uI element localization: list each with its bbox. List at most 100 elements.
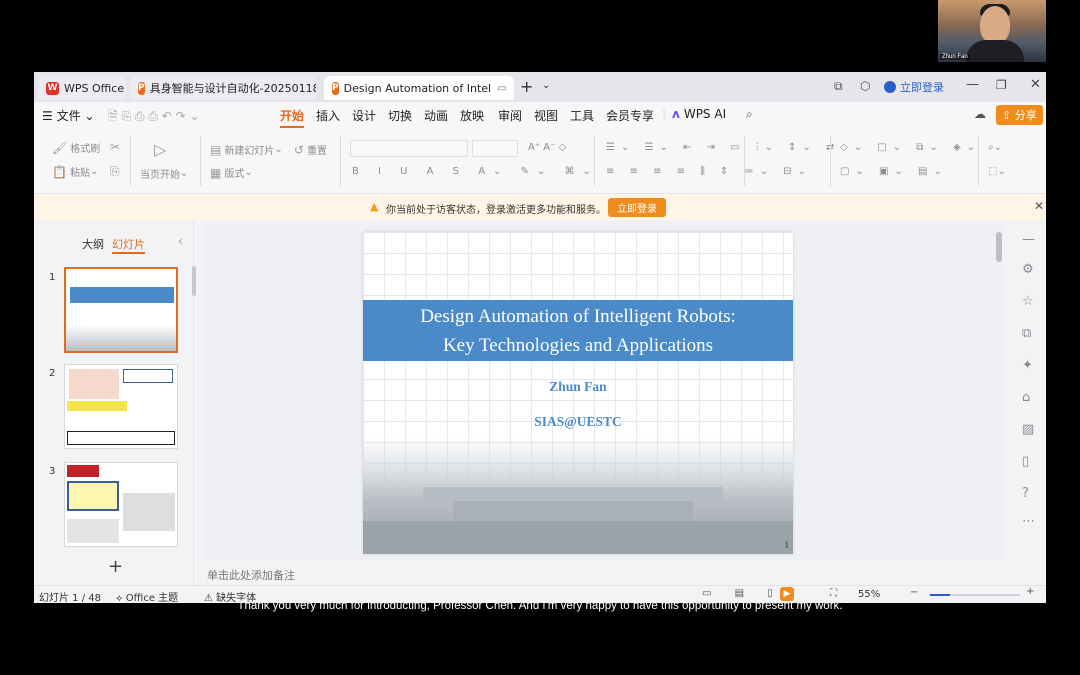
new-tab-icon[interactable]: + — [520, 77, 533, 96]
comment-icon[interactable]: ⧉ — [1022, 326, 1031, 341]
login-button[interactable]: 立即登录 — [884, 79, 944, 95]
scroll-thumb[interactable] — [996, 232, 1002, 262]
paste-button[interactable]: 📋 粘贴 ⌄ — [52, 164, 98, 180]
thumb-logo — [67, 465, 99, 477]
screen: Zhun Fan W WPS Office P 具身智能与设计自动化-20250… — [0, 0, 1080, 675]
text-format-icons[interactable]: B I U A S A⌄ ✎⌄ ⌘⌄ — [352, 166, 599, 177]
menu-item-review[interactable]: 审阅 — [498, 107, 522, 124]
star-icon[interactable]: ☆ — [1022, 294, 1034, 309]
menu-item-tools[interactable]: 工具 — [570, 107, 594, 124]
magic-icon[interactable]: ✦ — [1022, 358, 1033, 373]
paragraph-icons[interactable]: ☰⌄ ☰⌄ ⇤ ⇥ ▭ — [606, 142, 746, 153]
slide-thumbnail-2[interactable] — [64, 364, 178, 449]
collapse-panel-icon[interactable]: ‹ — [178, 234, 183, 248]
tab-outline[interactable]: 大纲 — [82, 236, 104, 252]
window-switch-icon[interactable]: ⧉ — [834, 79, 843, 94]
add-slide-icon[interactable]: + — [108, 556, 123, 577]
menu-item-transition[interactable]: 切换 — [388, 107, 412, 124]
quick-toolbar-icons[interactable]: 🗎 ⎘ ⎙ ⎙ ↶ ↷ ⌄ — [108, 107, 200, 128]
webcam-video: Zhun Fan — [938, 0, 1046, 62]
close-window-icon[interactable]: ✕ — [1030, 77, 1041, 92]
zoom-slider[interactable] — [930, 594, 1020, 596]
webcam-name-label: Zhun Fan — [940, 54, 970, 60]
share-button[interactable]: ⇪ 分享 — [996, 105, 1043, 125]
help-icon[interactable]: ? — [1022, 486, 1029, 501]
new-slide-button[interactable]: ▤ 新建幻灯片 ⌄ — [210, 142, 283, 158]
tab-document-active[interactable]: P Design Automation of Intel ▭ ✕ — [324, 76, 514, 100]
reset-button[interactable]: ↺ 重置 — [294, 142, 328, 158]
view-mode-icons[interactable]: ▭ ▤ ▯ — [702, 588, 783, 599]
menu-item-insert[interactable]: 插入 — [316, 107, 340, 124]
slide-thumbnail-1[interactable] — [64, 267, 178, 353]
menu-bar: ☰ 文件 ⌄ 🗎 ⎘ ⎙ ⎙ ↶ ↷ ⌄ 开始 插入 设计 切换 动画 放映 审… — [34, 102, 1046, 128]
menu-item-design[interactable]: 设计 — [352, 107, 376, 124]
collapse-icon[interactable]: — — [1022, 232, 1035, 247]
menu-item-slideshow[interactable]: 放映 — [460, 107, 484, 124]
thumb-photo — [66, 325, 176, 351]
restore-icon[interactable]: ❐ — [996, 78, 1007, 92]
slide-canvas-area: Design Automation of Intelligent Robots:… — [202, 220, 1002, 560]
fit-icon[interactable]: ⛶ — [830, 588, 837, 599]
chart-icon[interactable]: ▨ — [1022, 422, 1034, 437]
search-icon[interactable]: ⌕ — [746, 107, 753, 122]
tab-document-1[interactable]: P 具身智能与设计自动化-20250118.p — [130, 76, 316, 100]
font-size-select[interactable] — [472, 140, 518, 157]
text-direction-icons[interactable]: ⫶⌄ ↕⌄ ⇄ — [756, 142, 840, 153]
file-menu[interactable]: ☰ 文件 ⌄ — [42, 107, 94, 124]
cut-icon[interactable]: ✂ — [110, 140, 123, 154]
thumb-scrollbar[interactable] — [192, 266, 196, 296]
notes-pane[interactable]: 单击此处添加备注 — [202, 562, 992, 584]
font-name-select[interactable] — [350, 140, 468, 157]
play-icon[interactable]: ▷ — [154, 140, 169, 159]
divider — [594, 136, 595, 186]
share-label: 分享 — [1014, 109, 1037, 122]
notice-login-button[interactable]: 立即登录 — [608, 198, 666, 217]
cube-icon[interactable]: ⬡ — [860, 79, 870, 93]
layout-button[interactable]: ▦ 版式 ⌄ — [210, 165, 253, 181]
zoom-in-icon[interactable]: + — [1026, 586, 1034, 597]
minimize-icon[interactable]: — — [966, 77, 979, 92]
slide-thumbnail-3[interactable] — [64, 462, 178, 547]
notice-text: 你当前处于访客状态，登录激活更多功能和服务。 — [386, 205, 606, 216]
play-from-current-button[interactable]: 当页开始 ⌄ — [140, 166, 188, 181]
presenter-body — [966, 40, 1024, 62]
tab-slides[interactable]: 幻灯片 — [112, 236, 145, 254]
book-icon[interactable]: ▯ — [1022, 454, 1029, 469]
wps-ai-button[interactable]: ʌ WPS AI — [672, 107, 726, 121]
thumb-textbox — [67, 431, 175, 445]
more-icon[interactable]: ⋯ — [1022, 514, 1035, 529]
menu-item-animation[interactable]: 动画 — [424, 107, 448, 124]
format-painter-button[interactable]: 🖌 格式刷 — [52, 140, 100, 156]
play-from-current-label: 当页开始 — [140, 170, 180, 181]
close-tab-icon[interactable]: ✕ — [513, 82, 514, 95]
properties-icon[interactable]: ⚙ — [1022, 262, 1034, 277]
menu-item-home[interactable]: 开始 — [280, 107, 305, 128]
font-size-adjust-icons[interactable]: A⁺ A⁻ ◇ — [528, 142, 566, 153]
current-slide[interactable]: Design Automation of Intelligent Robots:… — [363, 232, 793, 554]
zoom-out-icon[interactable]: − — [910, 587, 918, 598]
tab-wps-office[interactable]: W WPS Office — [38, 76, 126, 100]
canvas-scrollbar[interactable] — [996, 224, 1002, 544]
select-icon[interactable]: ⬚⌄ — [988, 166, 1006, 177]
slide-author: Zhun Fan — [549, 379, 607, 394]
copy-icon[interactable]: ⎘ — [110, 164, 123, 179]
cloud-upload-icon[interactable]: ☁ — [974, 107, 986, 121]
divider — [978, 136, 979, 186]
play-slideshow-icon[interactable]: ▶ — [780, 587, 794, 601]
shape-icons[interactable]: ◇⌄ ▢⌄ ⧉⌄ ◈⌄ — [840, 142, 981, 153]
thumb-banner — [70, 287, 174, 303]
reset-label: 重置 — [307, 146, 328, 157]
user-icon — [884, 81, 896, 93]
alignment-icons[interactable]: ≡ ≡ ≡ ≡ ⫼ ⇕ ≔⌄ ⊟⌄ — [606, 166, 812, 177]
find-icon[interactable]: ⌕⌄ — [988, 142, 1002, 153]
subtitle-caption: Thank you very much for introducting, Pr… — [237, 600, 843, 612]
arrange-icons[interactable]: ▢⌄ ▣⌄ ▤⌄ — [840, 166, 948, 177]
chevron-down-icon[interactable]: ⌄ — [542, 80, 550, 91]
shirt-icon[interactable]: ⌂ — [1022, 390, 1030, 405]
guest-notice-bar: ▲ 你当前处于访客状态，登录激活更多功能和服务。 立即登录 ✕ — [34, 194, 1046, 220]
presentation-icon: P — [332, 81, 339, 95]
menu-item-member[interactable]: 会员专享 — [606, 107, 654, 124]
menu-item-view[interactable]: 视图 — [534, 107, 558, 124]
close-notice-icon[interactable]: ✕ — [1034, 199, 1044, 213]
photo-ground — [363, 521, 793, 554]
